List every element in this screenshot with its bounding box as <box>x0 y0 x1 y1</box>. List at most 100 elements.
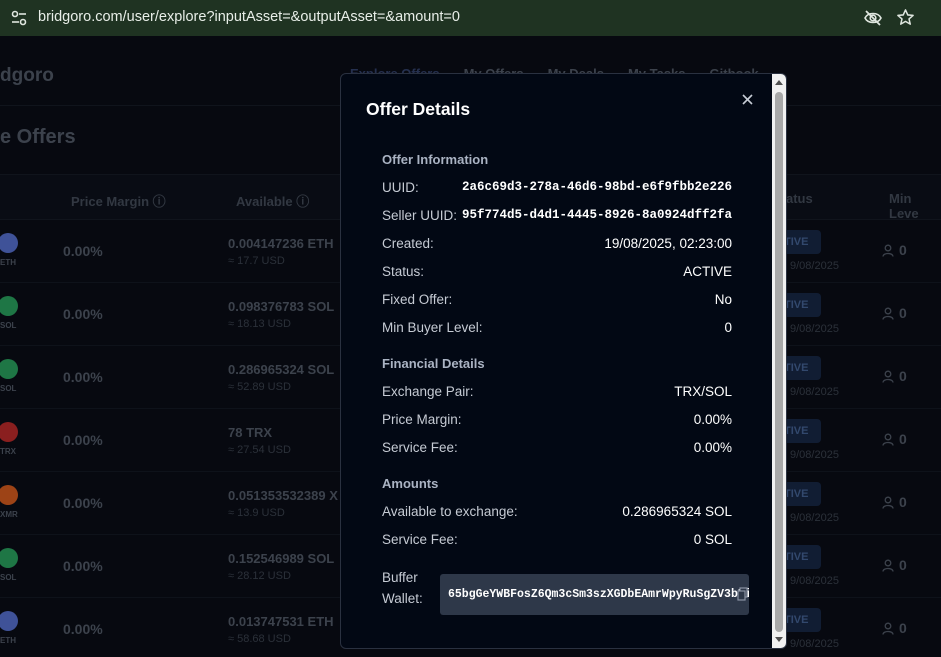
row-price-margin: 0.00% <box>63 243 103 259</box>
row-date: 9/08/2025 <box>790 638 839 650</box>
user-icon <box>882 559 894 572</box>
row-usd: ≈ 13.9 USD <box>228 507 285 519</box>
service-fee-amount-value: 0 SOL <box>693 532 732 547</box>
coin-icon <box>0 296 18 316</box>
coin-icon <box>0 485 18 505</box>
scroll-down-arrow-icon[interactable] <box>775 637 783 642</box>
uuid-value: 2a6c69d3-278a-46d6-98bd-e6f9fbb2e226 <box>461 180 732 194</box>
row-usd: ≈ 18.13 USD <box>228 318 291 330</box>
coin-icon <box>0 611 18 631</box>
url-text[interactable]: bridgoro.com/user/explore?inputAsset=&ou… <box>38 9 460 25</box>
row-min-level: 0 <box>899 494 907 510</box>
modal-scrollbar[interactable] <box>772 74 786 648</box>
uuid-label: UUID: <box>382 180 419 195</box>
coin-label: XMR <box>0 510 18 519</box>
seller-uuid-value: 95f774d5-d4d1-4445-8926-8a0924dff2fa <box>461 208 732 222</box>
row-price-margin: 0.00% <box>63 558 103 574</box>
close-icon[interactable] <box>741 93 754 106</box>
eye-off-icon[interactable] <box>863 9 883 27</box>
row-date: 9/08/2025 <box>790 575 839 587</box>
row-price-margin: 0.00% <box>63 306 103 322</box>
row-min-level: 0 <box>899 305 907 321</box>
coin-label: ETH <box>0 258 16 267</box>
section-offer-information: Offer Information <box>382 152 489 167</box>
service-fee-pct-value: 0.00% <box>693 440 732 455</box>
user-icon <box>882 496 894 509</box>
price-margin-label: Price Margin: <box>382 412 462 427</box>
row-date: 9/08/2025 <box>790 512 839 524</box>
service-fee-pct-label: Service Fee: <box>382 440 458 455</box>
section-amounts: Amounts <box>382 476 439 491</box>
coin-label: TRX <box>0 447 16 456</box>
created-value: 19/08/2025, 02:23:00 <box>604 236 732 251</box>
row-date: 9/08/2025 <box>790 386 839 398</box>
min-buyer-level-value: 0 <box>724 320 732 335</box>
price-margin-value: 0.00% <box>693 412 732 427</box>
available-to-exchange-label: Available to exchange: <box>382 504 518 519</box>
row-available: 0.098376783 SOL <box>228 299 335 314</box>
tune-icon[interactable] <box>10 9 28 27</box>
row-date: 9/08/2025 <box>790 449 839 461</box>
user-icon <box>882 307 894 320</box>
row-usd: ≈ 27.54 USD <box>228 444 291 456</box>
scrollbar-thumb[interactable] <box>775 92 783 632</box>
coin-icon <box>0 548 18 568</box>
col-status: atus <box>786 191 813 206</box>
available-to-exchange-value: 0.286965324 SOL <box>622 504 732 519</box>
status-label: Status: <box>382 264 425 279</box>
row-available: 0.013747531 ETH <box>228 614 334 629</box>
buffer-wallet-label: Buffer Wallet: <box>382 570 423 606</box>
row-available: 0.286965324 SOL <box>228 362 335 377</box>
row-available: 0.051353532389 X <box>228 488 338 503</box>
user-icon <box>882 433 894 446</box>
star-icon[interactable] <box>896 8 915 27</box>
row-min-level: 0 <box>899 242 907 258</box>
row-min-level: 0 <box>899 431 907 447</box>
buffer-wallet-address[interactable]: 65bgGeYWBFosZ6Qm3cSm3szXGDbEAmrWpyRuSgZV… <box>448 588 749 601</box>
row-min-level: 0 <box>899 620 907 636</box>
coin-icon <box>0 233 18 253</box>
scroll-up-arrow-icon[interactable] <box>775 80 783 85</box>
modal-title: Offer Details <box>366 99 471 119</box>
browser-address-bar: bridgoro.com/user/explore?inputAsset=&ou… <box>0 0 941 36</box>
row-date: 9/08/2025 <box>790 323 839 335</box>
user-icon <box>882 244 894 257</box>
row-available: 78 TRX <box>228 425 273 440</box>
fixed-offer-value: No <box>714 292 732 307</box>
col-min-level: Min Leve <box>889 191 919 221</box>
row-available: 0.004147236 ETH <box>228 236 334 251</box>
coin-label: SOL <box>0 573 17 582</box>
row-usd: ≈ 28.12 USD <box>228 570 291 582</box>
row-price-margin: 0.00% <box>63 432 103 448</box>
created-label: Created: <box>382 236 434 251</box>
service-fee-amount-label: Service Fee: <box>382 532 458 547</box>
col-price-margin: Price Margin ⓘ <box>71 194 166 209</box>
row-price-margin: 0.00% <box>63 369 103 385</box>
coin-label: SOL <box>0 384 17 393</box>
coin-label: SOL <box>0 321 17 330</box>
row-date: 9/08/2025 <box>790 260 839 272</box>
coin-icon <box>0 422 18 442</box>
brand-logo: dgoro <box>0 65 54 86</box>
coin-icon <box>0 359 18 379</box>
exchange-pair-label: Exchange Pair: <box>382 384 474 399</box>
copy-icon[interactable] <box>737 587 748 601</box>
offer-details-modal: Offer Details Offer Information UUID: 2a… <box>340 73 787 649</box>
row-price-margin: 0.00% <box>63 495 103 511</box>
coin-label: ETH <box>0 636 16 645</box>
row-available: 0.152546989 SOL <box>228 551 335 566</box>
status-value: ACTIVE <box>683 264 732 279</box>
min-buyer-level-label: Min Buyer Level: <box>382 320 483 335</box>
buffer-wallet-field[interactable]: 65bgGeYWBFosZ6Qm3cSm3szXGDbEAmrWpyRuSgZV… <box>440 574 749 615</box>
row-usd: ≈ 52.89 USD <box>228 381 291 393</box>
row-usd: ≈ 58.68 USD <box>228 633 291 645</box>
row-min-level: 0 <box>899 368 907 384</box>
user-icon <box>882 370 894 383</box>
fixed-offer-label: Fixed Offer: <box>382 292 453 307</box>
page-title: e Offers <box>0 126 76 148</box>
exchange-pair-value: TRX/SOL <box>674 384 732 399</box>
row-usd: ≈ 17.7 USD <box>228 255 285 267</box>
user-icon <box>882 622 894 635</box>
col-available: Available ⓘ <box>236 194 310 209</box>
row-min-level: 0 <box>899 557 907 573</box>
